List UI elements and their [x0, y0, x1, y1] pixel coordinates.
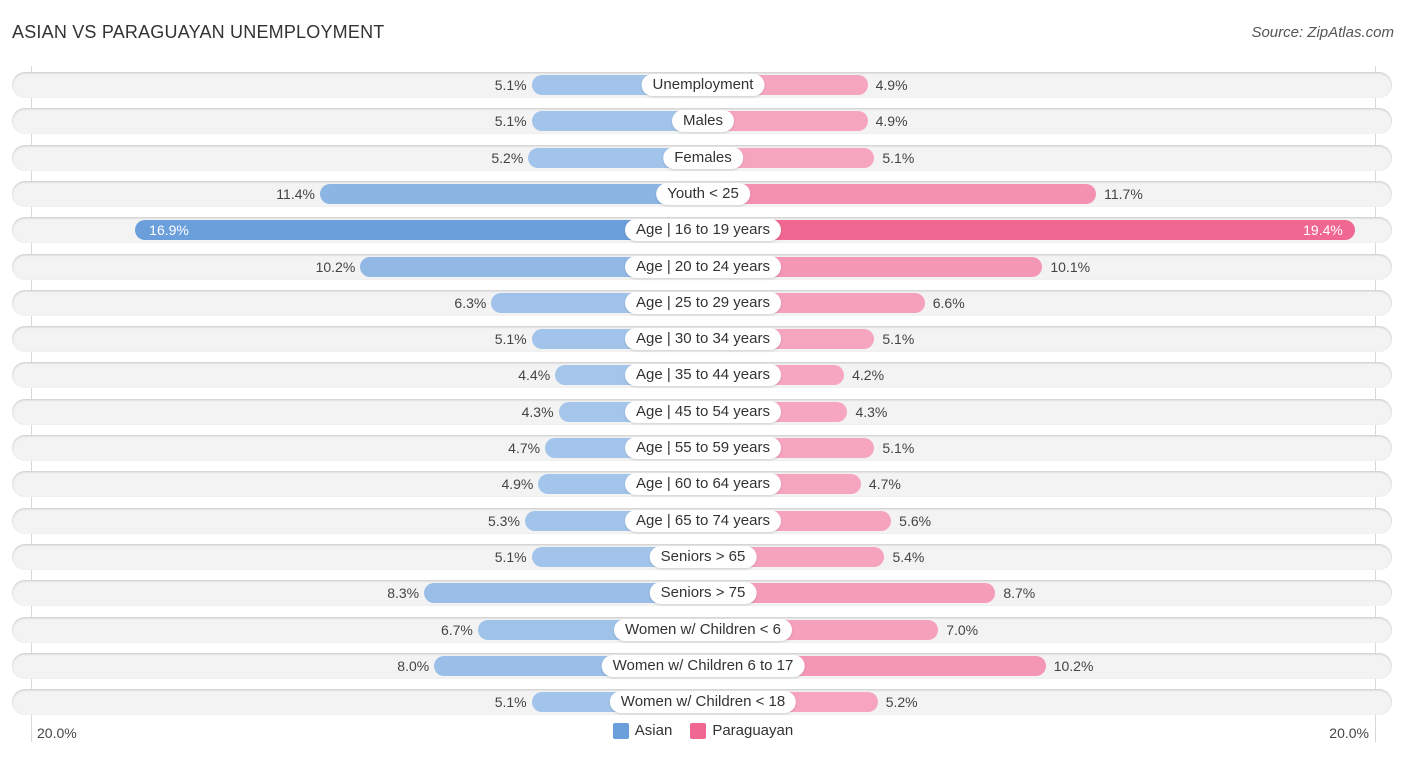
value-label-asian: 4.7% — [508, 440, 541, 456]
table-row: 4.7% 5.1% Age | 55 to 59 years — [12, 435, 1392, 461]
legend-label-asian: Asian — [634, 722, 673, 739]
value-label-paraguayan: 6.6% — [932, 295, 965, 311]
table-row: 5.1% 5.1% Age | 30 to 34 years — [12, 326, 1392, 352]
value-label-paraguayan: 5.1% — [882, 331, 915, 347]
legend-label-paraguayan: Paraguayan — [712, 722, 794, 739]
legend-item-asian[interactable]: Asian — [612, 722, 673, 739]
value-label-asian: 8.0% — [397, 658, 430, 674]
table-row: 4.9% 4.7% Age | 60 to 64 years — [12, 471, 1392, 497]
source-label: Source: ZipAtlas.com — [1251, 24, 1394, 41]
chart-title: ASIAN VS PARAGUAYAN UNEMPLOYMENT — [12, 22, 385, 42]
value-label-asian: 10.2% — [315, 259, 356, 275]
category-label: Age | 35 to 44 years — [625, 364, 781, 386]
value-label-asian: 4.4% — [518, 367, 551, 383]
value-label-asian: 6.3% — [454, 295, 487, 311]
table-row: 6.3% 6.6% Age | 25 to 29 years — [12, 290, 1392, 316]
category-label: Unemployment — [641, 74, 765, 96]
legend-swatch-paraguayan — [690, 722, 707, 739]
value-label-paraguayan: 5.4% — [892, 549, 925, 565]
legend-item-paraguayan[interactable]: Paraguayan — [690, 722, 793, 739]
category-label: Age | 20 to 24 years — [625, 256, 781, 278]
table-row: 16.9% 19.4% Age | 16 to 19 years — [12, 217, 1392, 243]
category-label: Women w/ Children < 6 — [613, 619, 793, 641]
value-label-asian: 16.9% — [149, 222, 189, 238]
value-label-paraguayan: 10.1% — [1050, 259, 1091, 275]
bar-paraguayan[interactable] — [703, 184, 1097, 204]
table-row: 5.1% 5.4% Seniors > 65 — [12, 544, 1392, 570]
value-label-paraguayan: 11.7% — [1104, 186, 1143, 202]
value-label-asian: 4.9% — [501, 476, 534, 492]
table-row: 5.1% 4.9% Unemployment — [12, 72, 1392, 98]
table-row: 5.1% 4.9% Males — [12, 108, 1392, 134]
bar-paraguayan[interactable] — [703, 220, 1355, 240]
category-label: Youth < 25 — [656, 183, 750, 205]
table-row: 4.4% 4.2% Age | 35 to 44 years — [12, 362, 1392, 388]
value-label-asian: 6.7% — [440, 622, 473, 638]
value-label-paraguayan: 5.1% — [882, 150, 915, 166]
table-row: 5.3% 5.6% Age | 65 to 74 years — [12, 508, 1392, 534]
category-label: Age | 55 to 59 years — [625, 437, 781, 459]
value-label-paraguayan: 5.1% — [882, 440, 915, 456]
value-label-paraguayan: 4.2% — [852, 367, 885, 383]
value-label-paraguayan: 8.7% — [1003, 585, 1036, 601]
category-label: Seniors > 65 — [649, 546, 757, 568]
legend-swatch-asian — [612, 722, 629, 739]
category-label: Males — [671, 110, 735, 132]
table-row: 8.3% 8.7% Seniors > 75 — [12, 580, 1392, 606]
value-label-asian: 5.3% — [488, 513, 520, 529]
category-label: Age | 60 to 64 years — [625, 473, 781, 495]
value-label-asian: 8.3% — [387, 585, 420, 601]
bar-asian[interactable] — [319, 184, 703, 204]
value-label-paraguayan: 4.9% — [875, 77, 908, 93]
value-label-paraguayan: 10.2% — [1053, 658, 1094, 674]
table-row: 10.2% 10.1% Age | 20 to 24 years — [12, 254, 1392, 280]
table-row: 6.7% 7.0% Women w/ Children < 6 — [12, 617, 1392, 643]
value-label-paraguayan: 5.2% — [885, 694, 918, 710]
category-label: Seniors > 75 — [649, 582, 757, 604]
table-row: 8.0% 10.2% Women w/ Children 6 to 17 — [12, 653, 1392, 679]
value-label-paraguayan: 5.6% — [899, 513, 932, 529]
category-label: Women w/ Children < 18 — [609, 691, 797, 713]
category-label: Age | 45 to 54 years — [625, 401, 781, 423]
table-row: 4.3% 4.3% Age | 45 to 54 years — [12, 399, 1392, 425]
value-label-asian: 5.1% — [494, 113, 527, 129]
category-label: Women w/ Children 6 to 17 — [601, 655, 805, 677]
value-label-asian: 5.2% — [491, 150, 524, 166]
value-label-paraguayan: 4.3% — [855, 404, 888, 420]
value-label-paraguayan: 7.0% — [946, 622, 979, 638]
table-row: 11.4% 11.7% Youth < 25 — [12, 181, 1392, 207]
legend: Asian Paraguayan — [0, 722, 1406, 739]
bar-asian[interactable] — [135, 220, 703, 240]
value-label-paraguayan: 4.9% — [875, 113, 908, 129]
table-row: 5.2% 5.1% Females — [12, 145, 1392, 171]
value-label-asian: 4.3% — [521, 404, 554, 420]
value-label-asian: 5.1% — [494, 331, 527, 347]
value-label-asian: 11.4% — [276, 186, 315, 202]
value-label-asian: 5.1% — [494, 694, 527, 710]
value-label-paraguayan: 4.7% — [868, 476, 901, 492]
category-label: Age | 25 to 29 years — [625, 292, 781, 314]
table-row: 5.1% 5.2% Women w/ Children < 18 — [12, 689, 1392, 715]
category-label: Age | 65 to 74 years — [625, 510, 781, 532]
category-label: Age | 30 to 34 years — [625, 328, 781, 350]
category-label: Age | 16 to 19 years — [625, 219, 781, 241]
value-label-asian: 5.1% — [494, 77, 527, 93]
value-label-asian: 5.1% — [494, 549, 527, 565]
category-label: Females — [663, 147, 743, 169]
value-label-paraguayan: 19.4% — [1303, 222, 1343, 238]
